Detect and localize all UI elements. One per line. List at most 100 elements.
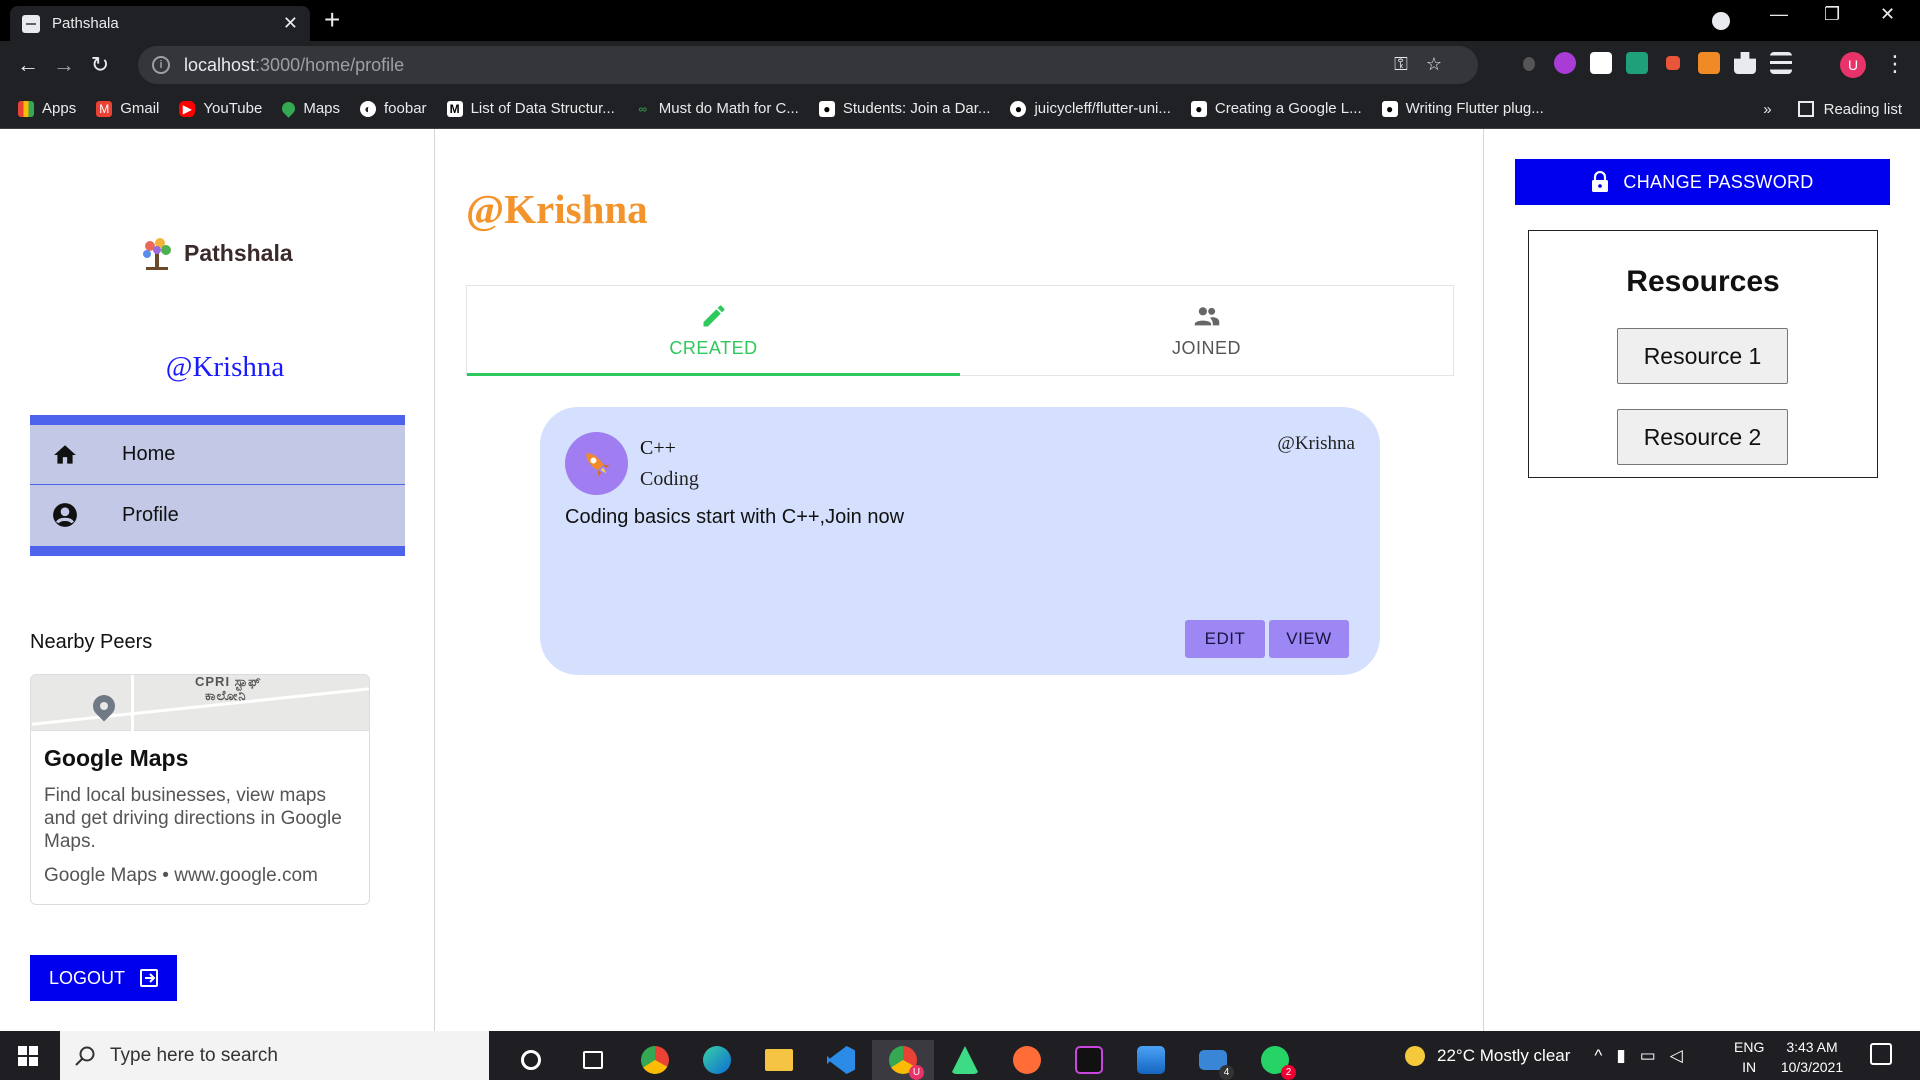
- logout-label: LOGOUT: [49, 967, 126, 988]
- close-window-icon[interactable]: ✕: [1880, 4, 1895, 25]
- bookmark-item[interactable]: ● juicycleff/flutter-uni...: [1010, 100, 1171, 117]
- bookmark-item[interactable]: ∞ Must do Math for C...: [635, 100, 799, 117]
- language-code: ENG: [1734, 1039, 1765, 1055]
- site-info-icon[interactable]: i: [152, 56, 170, 74]
- cortana-icon[interactable]: [500, 1040, 562, 1080]
- browser-toolbar: ← → ↻ i localhost:3000/home/profile ⚿☆ U…: [0, 41, 1920, 89]
- task-view-icon[interactable]: [562, 1040, 624, 1080]
- extension-icon[interactable]: [1554, 52, 1576, 74]
- bookmark-label: Apps: [42, 100, 77, 117]
- photos-icon[interactable]: [1120, 1040, 1182, 1080]
- extension-icon[interactable]: [1590, 52, 1612, 74]
- extension-icon[interactable]: [1666, 56, 1680, 70]
- medium-icon: ●: [1381, 100, 1398, 117]
- card-title: C++: [640, 437, 676, 459]
- bookmark-item[interactable]: Maps: [279, 99, 341, 118]
- weather-text: 22°C Mostly clear: [1437, 1045, 1571, 1065]
- medium-icon: M: [446, 100, 463, 117]
- taskbar-search-input[interactable]: Type here to search: [60, 1031, 489, 1080]
- clock[interactable]: 3:43 AM 10/3/2021: [1776, 1037, 1848, 1077]
- bookmark-item[interactable]: Apps: [18, 100, 76, 117]
- bookmark-label: Maps: [303, 100, 341, 117]
- close-tab-icon[interactable]: ✕: [283, 13, 298, 34]
- system-tray-icons[interactable]: ^▮▭◁: [1594, 1046, 1696, 1066]
- weather-widget[interactable]: 22°C Mostly clear ^▮▭◁: [1405, 1031, 1697, 1080]
- resource-1-button[interactable]: Resource 1: [1617, 328, 1788, 384]
- view-button[interactable]: VIEW: [1269, 620, 1349, 658]
- bookmark-item[interactable]: M List of Data Structur...: [446, 100, 615, 117]
- sidebar-item-label: Profile: [122, 503, 179, 526]
- forward-arrow-icon[interactable]: →: [46, 52, 82, 78]
- map-thumbnail: CPRI ಸ್ಟಾಫ್ ಕಾಲೋನಿ: [31, 675, 369, 731]
- tab-search-icon[interactable]: [1712, 12, 1730, 30]
- bookmark-label: List of Data Structur...: [470, 100, 615, 117]
- map-card-title: Google Maps: [44, 745, 189, 771]
- globe-icon: ◐: [360, 100, 377, 117]
- back-arrow-icon[interactable]: ←: [10, 52, 46, 78]
- language-indicator[interactable]: ENG IN: [1734, 1037, 1764, 1077]
- reading-list-button[interactable]: Reading list: [1824, 101, 1902, 118]
- tab-joined[interactable]: JOINED: [960, 286, 1453, 375]
- main-content: @Krishna CREATED JOINED C++ Coding @Kris…: [436, 129, 1484, 1031]
- profile-avatar[interactable]: U: [1840, 52, 1866, 78]
- whatsapp-icon[interactable]: 2: [1244, 1040, 1306, 1080]
- card-description: Coding basics start with C++,Join now: [565, 506, 905, 528]
- resource-2-button[interactable]: Resource 2: [1617, 409, 1788, 465]
- media-queue-icon[interactable]: [1770, 52, 1792, 74]
- tab-created[interactable]: CREATED: [467, 286, 960, 376]
- edge-icon[interactable]: [686, 1040, 748, 1080]
- pathshala-tree-logo-icon: [143, 238, 171, 270]
- address-bar[interactable]: i localhost:3000/home/profile ⚿☆: [138, 46, 1478, 84]
- terminal-icon[interactable]: [1058, 1040, 1120, 1080]
- page-title: @Krishna: [466, 186, 648, 232]
- bookmark-item[interactable]: ● Writing Flutter plug...: [1381, 100, 1544, 117]
- brand[interactable]: Pathshala: [138, 234, 293, 272]
- change-password-button[interactable]: CHANGE PASSWORD: [1515, 159, 1890, 205]
- bookmark-item[interactable]: ● Creating a Google L...: [1190, 100, 1362, 117]
- logout-icon: [140, 969, 159, 987]
- reload-icon[interactable]: ↻: [82, 52, 118, 78]
- restore-window-icon[interactable]: ❐: [1824, 4, 1840, 25]
- nearby-peers-heading: Nearby Peers: [30, 631, 153, 653]
- logout-button[interactable]: LOGOUT: [30, 955, 177, 1001]
- bookmark-label: juicycleff/flutter-uni...: [1034, 100, 1171, 117]
- moon-weather-icon: [1405, 1045, 1425, 1066]
- notification-center-icon[interactable]: [1870, 1043, 1892, 1065]
- bookmark-item[interactable]: ● Students: Join a Dar...: [818, 100, 990, 117]
- brand-name: Pathshala: [184, 239, 293, 266]
- bookmark-item[interactable]: ▶ YouTube: [179, 100, 262, 117]
- map-card-source: Google Maps • www.google.com: [44, 865, 318, 886]
- bookmarks-overflow-button[interactable]: »: [1763, 101, 1771, 118]
- change-password-label: CHANGE PASSWORD: [1623, 171, 1814, 192]
- postman-icon[interactable]: [996, 1040, 1058, 1080]
- metamask-icon[interactable]: [1698, 52, 1720, 74]
- sidebar-item-home[interactable]: Home: [30, 425, 405, 485]
- minimize-window-icon[interactable]: —: [1770, 4, 1788, 25]
- extensions-puzzle-icon[interactable]: [1734, 52, 1756, 74]
- new-tab-button[interactable]: +: [324, 6, 340, 34]
- bookmark-star-icon[interactable]: ⚿☆: [1394, 54, 1460, 75]
- browser-tab-pathshala[interactable]: Pathshala ✕: [10, 6, 310, 41]
- chrome-icon[interactable]: [624, 1040, 686, 1080]
- gmail-icon: M: [96, 100, 113, 117]
- mail-badge: 4: [1219, 1065, 1234, 1080]
- clock-time: 3:43 AM: [1786, 1039, 1838, 1055]
- browser-menu-icon[interactable]: ⋮: [1884, 51, 1906, 77]
- chrome-profile-icon[interactable]: U: [872, 1040, 934, 1080]
- community-card: C++ Coding @Krishna Coding basics start …: [540, 407, 1380, 675]
- android-studio-icon[interactable]: [934, 1040, 996, 1080]
- bookmark-item[interactable]: M Gmail: [96, 100, 159, 117]
- mail-icon[interactable]: 4: [1182, 1040, 1244, 1080]
- vscode-icon[interactable]: [810, 1040, 872, 1080]
- file-explorer-icon[interactable]: [748, 1040, 810, 1080]
- bookmark-item[interactable]: ◐ foobar: [360, 100, 427, 117]
- browser-tab-strip: Pathshala ✕ + — ❐ ✕: [0, 0, 1920, 41]
- sidebar-item-profile[interactable]: Profile: [30, 485, 405, 545]
- map-road: [131, 675, 134, 731]
- extension-icon[interactable]: [1626, 52, 1648, 74]
- extension-icon[interactable]: [1523, 57, 1535, 71]
- google-maps-link-card[interactable]: CPRI ಸ್ಟಾಫ್ ಕಾಲೋನಿ Google Maps Find loca…: [30, 674, 370, 905]
- windows-start-icon[interactable]: [18, 1046, 38, 1066]
- tab-title: Pathshala: [52, 15, 119, 32]
- edit-button[interactable]: EDIT: [1185, 620, 1265, 658]
